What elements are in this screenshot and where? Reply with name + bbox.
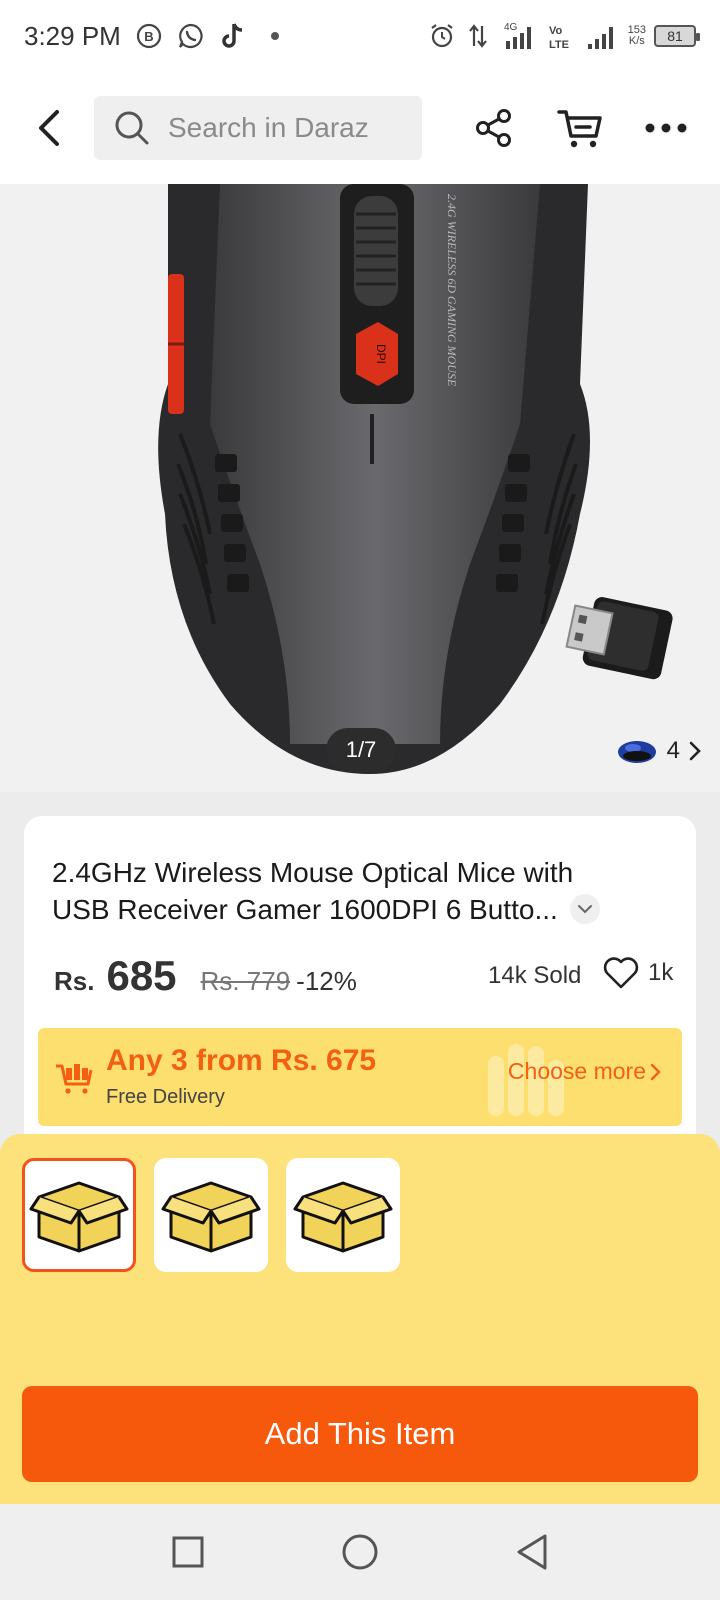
bundle-thumbnail-2[interactable] <box>154 1158 268 1272</box>
product-image-gallery[interactable]: DPI 2.4G WIRELESS 6D GAMING MOUSE 1/7 4 <box>0 184 720 792</box>
top-nav: Search in Daraz <box>0 72 720 184</box>
variant-peek-button[interactable]: 4 <box>615 736 702 766</box>
alarm-icon <box>428 22 456 50</box>
battery-icon: 81 <box>654 25 700 47</box>
search-input[interactable]: Search in Daraz <box>94 96 422 160</box>
original-price: Rs. 779 <box>200 966 291 996</box>
share-icon <box>476 109 511 147</box>
android-back-button[interactable] <box>508 1528 556 1576</box>
share-button[interactable] <box>466 100 522 156</box>
bundle-cart-icon <box>56 1064 93 1094</box>
wireless-mouse-image: DPI 2.4G WIRELESS 6D GAMING MOUSE <box>158 184 673 774</box>
signal-4g-icon: 4G <box>500 22 540 50</box>
current-price: 685 <box>106 952 177 999</box>
svg-text:B: B <box>144 29 153 44</box>
home-button[interactable] <box>336 1528 384 1576</box>
chevron-right-icon <box>650 1063 661 1080</box>
status-bar: 3:29 PM B 4G Vo LTE 153 K/s 81 <box>0 0 720 72</box>
nav-actions <box>466 100 694 156</box>
whatsapp-icon <box>177 22 205 50</box>
chevron-down-icon <box>578 905 592 914</box>
label-4g: 4G <box>504 22 518 33</box>
svg-text:LTE: LTE <box>549 39 569 51</box>
notification-icons: B <box>135 22 289 50</box>
add-this-item-button[interactable]: Add This Item <box>22 1386 698 1482</box>
system-status: 4G Vo LTE 153 K/s 81 <box>428 22 700 51</box>
mouse-print-text: 2.4G WIRELESS 6D GAMING MOUSE <box>445 194 459 387</box>
box-icon <box>161 1181 261 1253</box>
svg-text:Vo: Vo <box>549 25 563 37</box>
wishlist-button[interactable]: 1k <box>602 956 673 990</box>
tiktok-icon <box>219 22 247 50</box>
search-icon <box>115 111 149 145</box>
discount-badge: -12% <box>296 966 357 996</box>
variant-count: 4 <box>666 737 680 764</box>
recents-button[interactable] <box>164 1528 212 1576</box>
volte-icon: Vo LTE <box>548 22 578 51</box>
square-icon <box>172 1536 204 1568</box>
choose-more-label: Choose more <box>507 1058 646 1084</box>
product-info-card: 2.4GHz Wireless Mouse Optical Mice with … <box>24 816 696 1136</box>
bundle-promo-banner[interactable]: Any 3 from Rs. 675 Free Delivery Choose … <box>38 1028 682 1126</box>
promo-subtitle: Free Delivery <box>106 1086 225 1108</box>
dpi-label: DPI <box>374 344 388 364</box>
cart-button[interactable] <box>552 100 608 156</box>
sold-count: 14k Sold <box>488 962 582 989</box>
b-icon: B <box>135 22 163 50</box>
image-counter: 1/7 <box>326 728 396 772</box>
product-title: 2.4GHz Wireless Mouse Optical Mice with … <box>52 857 574 925</box>
triangle-back-icon <box>517 1534 547 1570</box>
more-button[interactable] <box>638 100 694 156</box>
network-speed: 153 K/s <box>628 25 646 47</box>
network-unit: K/s <box>628 35 645 47</box>
bundle-thumbnail-1[interactable] <box>22 1158 136 1272</box>
chevron-right-icon <box>689 741 701 761</box>
heart-icon <box>603 957 639 989</box>
box-icon <box>293 1181 393 1253</box>
battery-level: 81 <box>667 28 683 44</box>
signal-icon <box>586 22 620 50</box>
more-icon <box>645 123 687 133</box>
chevron-left-icon <box>39 110 59 146</box>
currency-label: Rs. <box>54 966 95 996</box>
back-button[interactable] <box>24 102 76 154</box>
circle-icon <box>342 1534 378 1570</box>
dot-icon <box>261 22 289 50</box>
bundle-selection-sheet: Add This Item <box>0 1134 720 1504</box>
choose-more-link[interactable]: Choose more <box>508 1058 662 1085</box>
search-placeholder: Search in Daraz <box>168 112 369 143</box>
cart-icon <box>557 110 602 148</box>
data-transfer-icon <box>464 22 492 50</box>
expand-title-button[interactable] <box>570 894 600 924</box>
android-nav-bar <box>0 1504 720 1600</box>
bundle-thumbnail-3[interactable] <box>286 1158 400 1272</box>
promo-title: Any 3 from Rs. 675 <box>106 1044 377 1077</box>
wishlist-count: 1k <box>648 959 674 986</box>
box-icon <box>29 1181 129 1253</box>
variant-thumbnail-icon <box>617 741 656 763</box>
status-time: 3:29 PM <box>24 20 121 51</box>
